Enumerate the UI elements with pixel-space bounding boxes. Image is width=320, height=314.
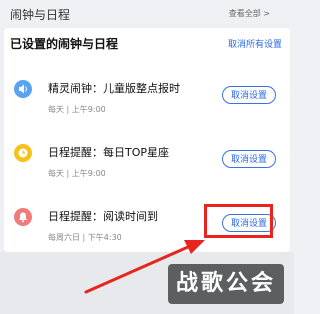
pointer-arrow-icon — [84, 240, 205, 294]
